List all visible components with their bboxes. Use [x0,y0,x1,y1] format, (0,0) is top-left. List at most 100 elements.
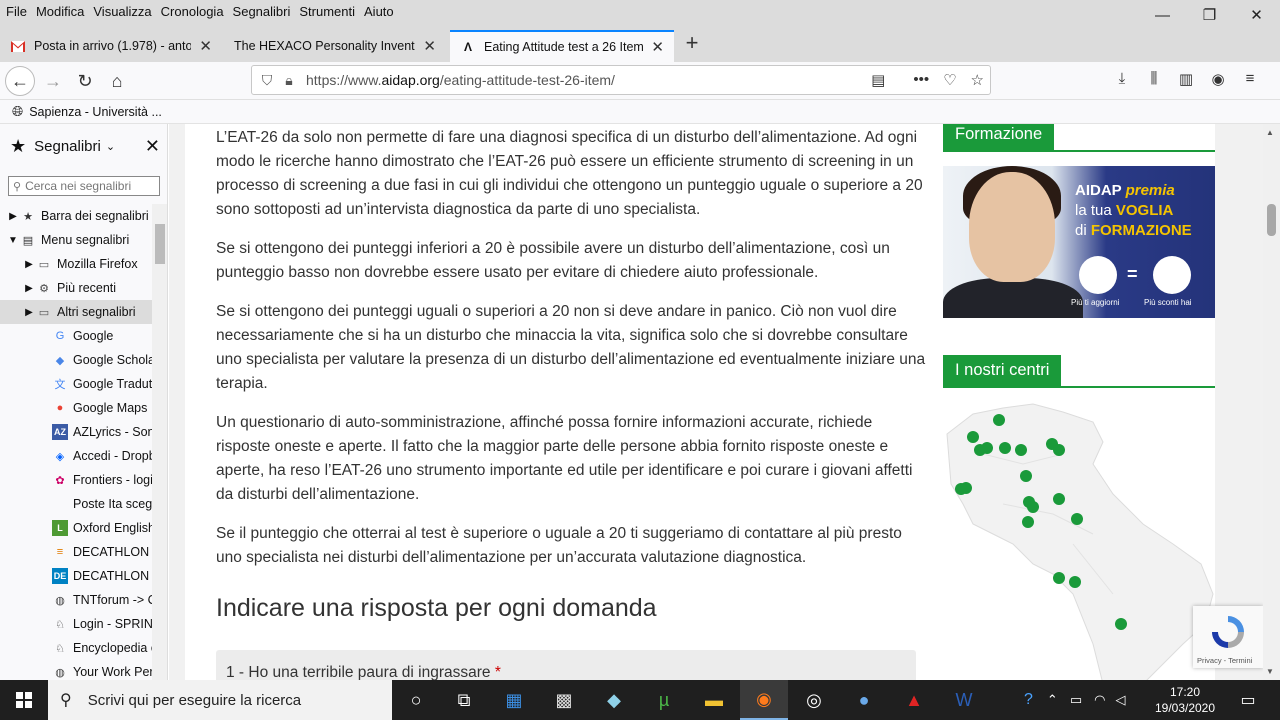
bookmark-item[interactable]: ♘Encyclopedia of P [0,636,152,660]
cortana-icon[interactable]: ○ [392,680,440,720]
firefox-icon[interactable]: ◉ [740,680,788,720]
formazione-banner[interactable]: AIDAP premia la tua VOGLIA di FORMAZIONE… [943,166,1215,318]
calendar-icon[interactable]: ▦ [490,680,538,720]
center-marker[interactable] [1053,493,1065,505]
menu-visualizza[interactable]: Visualizza [93,4,151,19]
close-tab-icon[interactable]: ✕ [191,37,212,55]
notes-icon[interactable]: ◆ [590,680,638,720]
center-marker[interactable] [1115,618,1127,630]
account-icon[interactable]: ◉ [1208,70,1228,88]
lock-icon[interactable]: 🔒︎ [278,72,300,89]
notifications-icon[interactable]: ▭ [1230,680,1266,720]
close-window-icon[interactable]: ✕ [1233,0,1280,30]
page-scrollbar[interactable]: ▲ ▼ [1263,124,1280,680]
shield-icon[interactable]: ⛉ [256,72,278,89]
battery-icon[interactable]: ▭ [1070,692,1082,708]
center-marker[interactable] [1069,576,1081,588]
bookmark-item[interactable]: ✿ Frontiers - login [0,468,152,492]
menu-file[interactable]: File [6,4,27,19]
bookmark-item[interactable]: ◈Accedi - Dropbox [0,444,152,468]
bookmark-item[interactable]: ◆ Google Scholar [0,348,152,372]
bookmark-item[interactable]: LOxford English Di [0,516,152,540]
scroll-up-icon[interactable]: ▲ [1266,128,1274,137]
bookmark-sapienza[interactable]: Sapienza - Università ... [29,105,162,119]
download-icon[interactable]: ⤓ [1112,70,1132,88]
help-icon[interactable]: ? [1024,691,1033,709]
home-icon[interactable]: ⌂ [102,66,132,96]
center-marker[interactable] [1015,444,1027,456]
taskbar-search-input[interactable]: ⚲ Scrivi qui per eseguire la ricerca [48,680,392,720]
bookmark-item[interactable]: AZAZLyrics - Song Ly [0,420,152,444]
sidebar-header[interactable]: ★ Segnalibri ⌄ ✕ [10,134,160,158]
center-marker[interactable] [1053,444,1065,456]
scroll-down-icon[interactable]: ▼ [1266,667,1274,676]
calculator-icon[interactable]: ▩ [540,680,588,720]
clock[interactable]: 17:20 19/03/2020 [1152,684,1218,716]
center-marker[interactable] [1022,516,1034,528]
wifi-icon[interactable]: ◠ [1094,692,1105,708]
chevron-up-icon[interactable]: ⌃ [1047,692,1058,708]
scroll-thumb[interactable] [1267,204,1276,236]
close-tab-icon[interactable]: ✕ [643,38,664,56]
back-icon[interactable]: ← [5,66,35,96]
sidebar-toggle-icon[interactable]: ▥ [1176,70,1196,88]
center-marker[interactable] [955,483,967,495]
bookmark-item[interactable]: ▶ ★ Barra dei segnalibri [0,204,152,228]
tab-eating-attitude[interactable]: Λ Eating Attitude test a 26 Item (E ✕ [450,30,674,62]
sidebar-scrollbar[interactable] [152,204,167,680]
bookmark-star-icon[interactable]: ☆ [971,71,984,89]
chevron-down-icon[interactable]: ⌄ [106,140,115,153]
menu-segnalibri[interactable]: Segnalibri [233,4,291,19]
bookmark-item[interactable]: ≡DECATHLON SPO [0,540,152,564]
close-tab-icon[interactable]: ✕ [415,37,436,55]
bookmark-item[interactable]: 文Google Traduttore [0,372,153,396]
center-marker[interactable] [1020,470,1032,482]
center-marker[interactable] [1027,501,1039,513]
menu-strumenti[interactable]: Strumenti [299,4,355,19]
italy-centers-map[interactable] [943,394,1215,680]
tab-gmail[interactable]: Posta in arrivo (1.978) - antonio ✕ [0,30,222,62]
twisty-icon[interactable]: ▼ [6,235,20,246]
bookmark-item[interactable]: ▼ ▤ Menu segnalibri [0,228,152,252]
url-text[interactable]: https://www.aidap.org/eating-attitude-te… [306,72,615,88]
reader-view-icon[interactable]: ▤ [871,71,885,89]
bookmark-item[interactable]: Poste Ita scegli tu [0,492,152,516]
word-icon[interactable]: W [940,680,988,720]
center-marker[interactable] [1071,513,1083,525]
bookmark-item[interactable]: ♘Login - SPRINGER [0,612,152,636]
menu-aiuto[interactable]: Aiuto [364,4,394,19]
menu-cronologia[interactable]: Cronologia [161,4,224,19]
page-actions-icon[interactable]: ••• [913,71,929,89]
windows-start-icon[interactable] [0,680,48,720]
bookmark-item[interactable]: ◍Your Work Person [0,660,152,680]
forward-icon[interactable]: → [38,66,68,96]
pocket-icon[interactable]: ♡ [943,71,956,89]
minimize-icon[interactable]: — [1139,0,1186,30]
recaptcha-badge[interactable]: Privacy - Termini [1193,606,1263,668]
library-icon[interactable]: ⫼ [1144,70,1164,88]
bookmark-item[interactable]: ▶ ▭ Altri segnalibri [0,300,152,324]
hamburger-menu-icon[interactable]: ≡ [1240,70,1260,88]
restore-icon[interactable]: ❐ [1186,0,1233,30]
steam-icon[interactable]: ◎ [790,680,838,720]
question-1[interactable]: 1 - Ho una terribile paura di ingrassare… [216,650,916,680]
bookmark-item[interactable]: ● Google Maps [0,396,152,420]
tab-hexaco[interactable]: The HEXACO Personality Inventory ✕ [224,30,446,62]
twisty-icon[interactable]: ▶ [22,283,36,294]
close-sidebar-icon[interactable]: ✕ [145,136,160,157]
reload-icon[interactable]: ↻ [70,66,100,96]
center-marker[interactable] [999,442,1011,454]
center-marker[interactable] [1053,572,1065,584]
center-marker[interactable] [967,431,979,443]
url-bar[interactable]: ⛉ 🔒︎ https://www.aidap.org/eating-attitu… [251,65,991,95]
bookmark-item[interactable]: ▶ ⚙ Più recenti [0,276,152,300]
file-explorer-icon[interactable]: ▬ [690,680,738,720]
center-marker[interactable] [993,414,1005,426]
center-marker[interactable] [981,442,993,454]
twisty-icon[interactable]: ▶ [6,211,20,222]
bookmark-item[interactable]: G Google [0,324,152,348]
bookmark-search-input[interactable]: ⚲ Cerca nei segnalibri [8,176,160,196]
twisty-icon[interactable]: ▶ [22,307,36,318]
bookmark-item[interactable]: DE DECATHLON [0,564,152,588]
network-app-icon[interactable]: ● [840,680,888,720]
